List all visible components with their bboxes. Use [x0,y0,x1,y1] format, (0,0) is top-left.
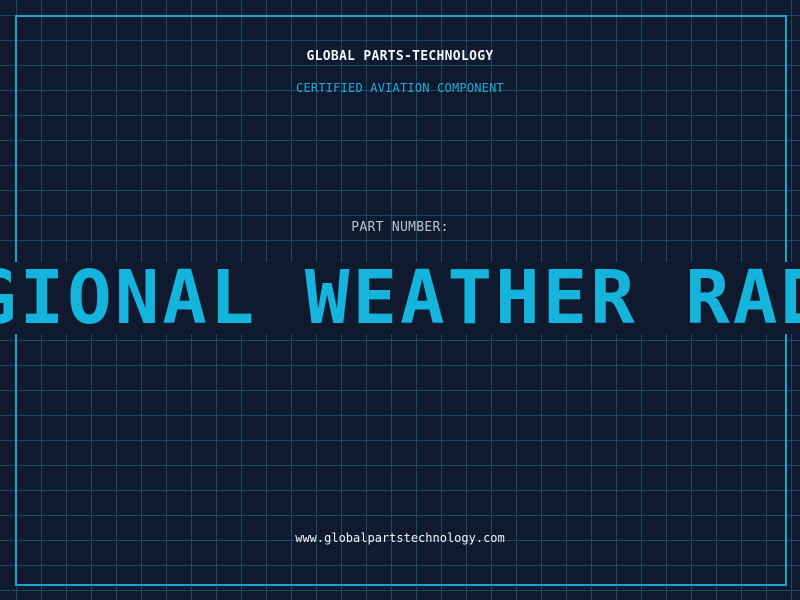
part-number-label: PART NUMBER: [351,220,449,235]
website-url: www.globalpartstechnology.com [295,531,505,545]
part-number-banner: REGIONAL WEATHER RADAR [0,262,800,334]
certification-subtitle: CERTIFIED AVIATION COMPONENT [296,81,504,95]
brand-name: GLOBAL PARTS-TECHNOLOGY [306,49,494,64]
part-number-value: REGIONAL WEATHER RADAR [0,262,800,334]
label-canvas: GLOBAL PARTS-TECHNOLOGY CERTIFIED AVIATI… [0,0,800,600]
